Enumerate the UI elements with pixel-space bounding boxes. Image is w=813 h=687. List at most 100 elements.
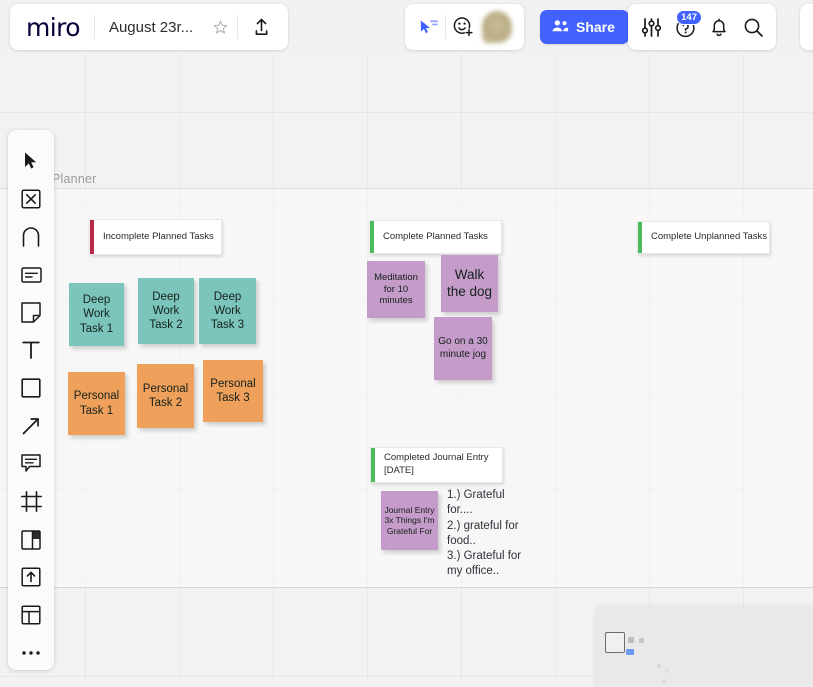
bell-icon [709,17,729,38]
sticky-label: Walk the dog [444,267,495,300]
help-badge: 147 [676,10,702,25]
sticky-label: Personal Task 3 [206,377,260,405]
text-tool[interactable] [12,333,50,367]
user-avatar[interactable] [482,11,512,43]
export-button[interactable] [244,10,278,44]
add-reaction-icon [452,16,474,38]
shape-tool[interactable] [12,371,50,405]
sticky-label: Meditation for 10 minutes [370,272,422,307]
board-bar: miro August 23r... [10,4,288,50]
notifications-button[interactable] [702,10,736,44]
sticky-label: Personal Task 2 [140,382,191,410]
frame-label: Planner [52,172,97,186]
share-label: Share [576,19,615,35]
card-label: Completed Journal Entry [DATE] [384,452,502,478]
completed-journal-entry-header[interactable]: Completed Journal Entry [DATE] [370,447,503,483]
sticky-label: Journal Entry 3x Things I'm Grateful For [384,505,435,536]
share-button[interactable]: Share [540,10,629,44]
sticky-jog[interactable]: Go on a 30 minute jog [434,317,492,380]
delete-tool[interactable] [12,182,50,216]
template-tool[interactable] [12,523,50,557]
minimap-item [628,637,634,643]
sticky-meditation[interactable]: Meditation for 10 minutes [367,261,425,318]
card-label: Complete Planned Tasks [383,231,488,244]
sticky-deep-work-task-3[interactable]: Deep Work Task 3 [199,278,256,344]
incomplete-planned-tasks-header[interactable]: Incomplete Planned Tasks [89,219,222,255]
minimap-item [639,638,644,643]
pen-tool[interactable] [12,220,50,254]
sticky-deep-work-task-1[interactable]: Deep Work Task 1 [69,283,124,346]
sticky-label: Personal Task 1 [71,389,122,417]
square-icon [21,378,41,398]
comment-icon [21,454,41,473]
comment-tool[interactable] [12,447,50,481]
sticky-deep-work-task-2[interactable]: Deep Work Task 2 [138,278,194,344]
search-icon [743,17,764,38]
minimap-item [662,680,666,684]
upload-box-icon [21,567,41,587]
ellipsis-icon [21,650,41,656]
journal-line: 1.) Grateful for.... [447,488,532,519]
favorite-button[interactable] [203,10,237,44]
sticky-label: Deep Work Task 1 [72,293,121,335]
sticky-walk-the-dog[interactable]: Walk the dog [441,255,498,312]
overflow-bar[interactable] [800,4,813,50]
sliders-icon [641,17,662,38]
template-icon [21,530,41,550]
divider [237,15,238,39]
share-bar: Share [540,4,629,50]
upload-icon [252,17,271,37]
arrow-tool[interactable] [12,409,50,443]
x-box-icon [21,189,41,209]
card-tool[interactable] [12,258,50,292]
miro-logo[interactable]: miro [14,13,94,42]
help-button[interactable]: 147 [668,10,702,44]
journal-entry-list: 1.) Grateful for....2.) grateful for foo… [447,488,532,580]
arc-pen-icon [21,226,41,247]
layout-icon [21,605,41,625]
sticky-personal-task-1[interactable]: Personal Task 1 [68,372,125,435]
utility-bar: 147 [628,4,776,50]
sticky-note-icon [21,302,41,323]
sticky-tool[interactable] [12,295,50,329]
select-tool[interactable] [12,144,50,178]
arrow-icon [21,416,41,436]
layout-tool[interactable] [12,598,50,632]
board-canvas[interactable]: Planner Incomplete Planned Tasks Complete… [0,0,813,682]
minimap-item [626,649,634,655]
minimap-viewport[interactable] [605,632,625,653]
board-title[interactable]: August 23r... [95,19,203,36]
card-label: Complete Unplanned Tasks [651,231,767,244]
text-t-icon [21,340,41,360]
card-label: Incomplete Planned Tasks [103,231,214,244]
collab-bar [405,4,524,50]
sticky-label: Go on a 30 minute jog [437,336,489,360]
settings-button[interactable] [634,10,668,44]
complete-planned-tasks-header[interactable]: Complete Planned Tasks [369,220,502,254]
sticky-journal-entry[interactable]: Journal Entry 3x Things I'm Grateful For [381,491,438,550]
sticky-personal-task-2[interactable]: Personal Task 2 [137,364,194,428]
more-tool[interactable] [12,636,50,670]
minimap-panel[interactable] [595,607,813,687]
cursor-icon [23,151,40,170]
sticky-personal-task-3[interactable]: Personal Task 3 [203,360,263,422]
star-icon [213,20,228,35]
search-button[interactable] [736,10,770,44]
people-icon [551,19,569,36]
card-icon [21,267,42,283]
top-bar: miro August 23r... [0,0,813,54]
cursor-share-button[interactable] [411,10,445,44]
sticky-label: Deep Work Task 2 [141,290,191,332]
add-reaction-button[interactable] [446,10,480,44]
cursor-pointer-icon [418,18,439,36]
sticky-label: Deep Work Task 3 [202,290,253,332]
minimap-item [665,669,669,673]
upload-tool[interactable] [12,560,50,594]
minimap-item [657,664,661,668]
frame-icon [21,491,42,512]
left-toolbar[interactable] [8,130,54,670]
frame-tool[interactable] [12,485,50,519]
journal-line: 3.) Grateful for my office.. [447,549,532,580]
complete-unplanned-tasks-header[interactable]: Complete Unplanned Tasks [637,221,770,254]
journal-line: 2.) grateful for food.. [447,519,532,550]
